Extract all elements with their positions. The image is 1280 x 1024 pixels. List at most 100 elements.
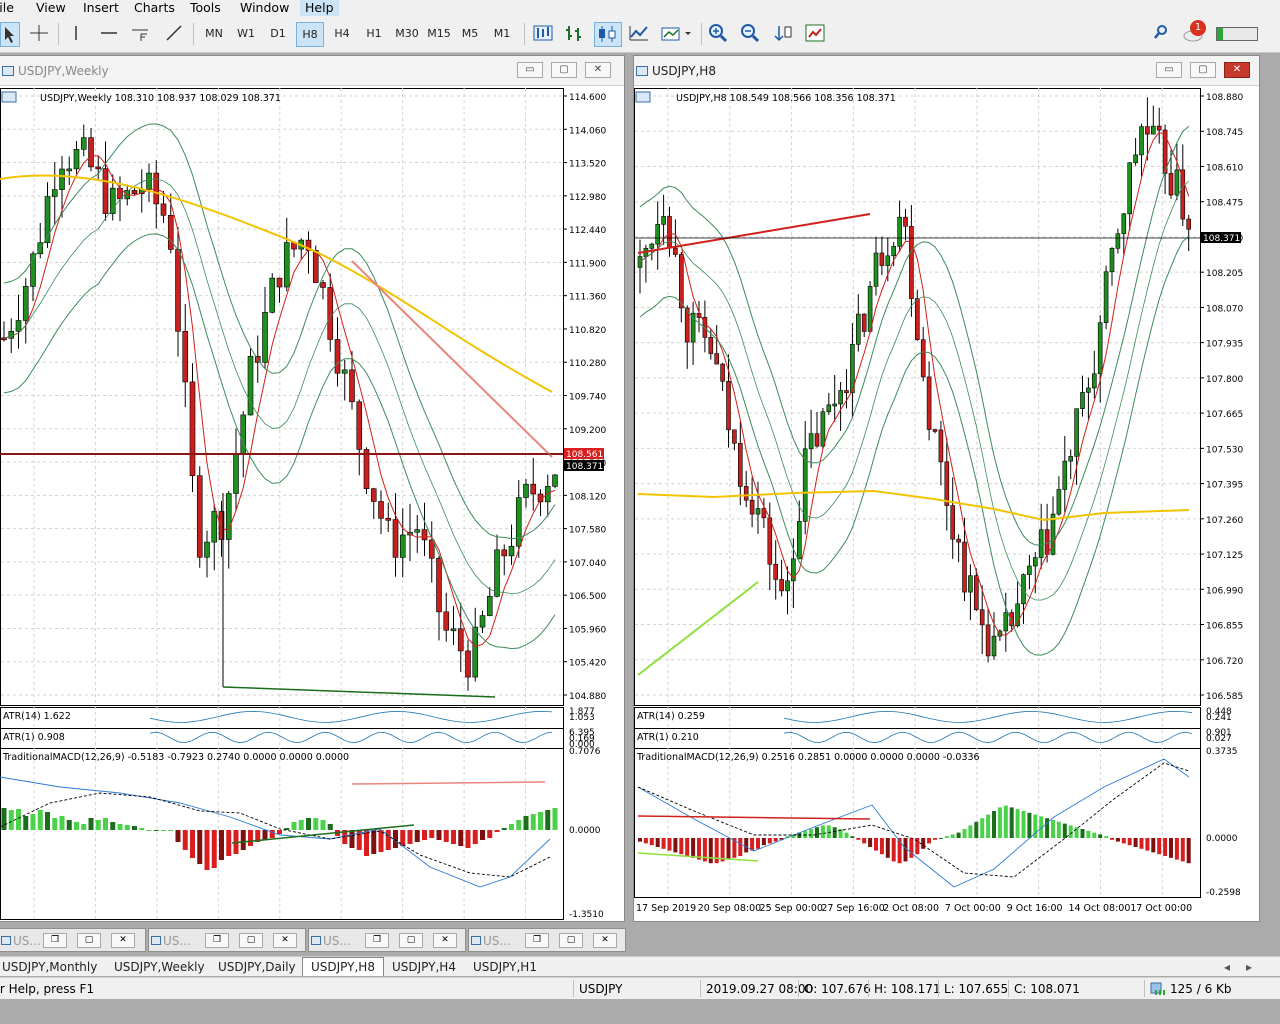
maximize-button[interactable]: ▢	[1190, 62, 1216, 78]
macd-histogram-bar	[66, 820, 72, 830]
period-h8-button[interactable]: H8	[296, 22, 324, 47]
date-tick-label: 25 Sep 00:00	[760, 903, 823, 914]
trendline-button[interactable]	[162, 22, 186, 47]
chart-canvas[interactable]: 108.880108.745108.610108.475108.340108.2…	[634, 87, 1261, 923]
bearish-candle	[708, 337, 714, 354]
minimized-window[interactable]: US... ❐ ▢ ✕	[308, 928, 466, 952]
price-tick-label: 111.360	[569, 293, 606, 303]
close-button[interactable]: ✕	[593, 933, 617, 948]
restore-button[interactable]: ❐	[525, 933, 549, 948]
autoscroll-button[interactable]	[770, 22, 796, 47]
bearish-candle	[879, 252, 885, 266]
menu-tools[interactable]: Tools	[190, 0, 221, 16]
period-mn-button[interactable]: MN	[200, 22, 228, 47]
zoom-out-button[interactable]	[738, 22, 762, 47]
maximize-button[interactable]: ▢	[399, 933, 423, 948]
minimize-button[interactable]: ▭	[1156, 62, 1182, 78]
h8-chart-svg[interactable]: 108.880108.745108.610108.475108.340108.2…	[634, 87, 1261, 923]
minimized-window[interactable]: US... ❐ ▢ ✕	[148, 928, 306, 952]
bearish-candle	[861, 313, 867, 332]
menu-view[interactable]: View	[36, 0, 66, 16]
period-h4-button[interactable]: H4	[328, 22, 356, 47]
indicator-panel	[634, 748, 1201, 898]
period-m15-button[interactable]: M15	[424, 22, 454, 47]
period-m30-button[interactable]: M30	[392, 22, 422, 47]
bullish-candle	[262, 312, 268, 363]
macd-histogram-bar	[472, 830, 478, 844]
bar-chart-button[interactable]	[530, 22, 556, 47]
macd-histogram-bar	[110, 822, 116, 830]
chart-templates-button[interactable]	[658, 22, 694, 47]
tab-usdjpy-daily[interactable]: USDJPY,Daily	[218, 959, 296, 975]
maximize-button[interactable]: ▢	[239, 933, 263, 948]
candlestick-button[interactable]	[594, 22, 622, 47]
close-button[interactable]: ✕	[1224, 62, 1250, 78]
bullish-candle	[968, 575, 973, 593]
menu-help[interactable]: Help	[300, 0, 339, 16]
zoom-in-icon	[709, 24, 728, 43]
search-button[interactable]	[1150, 22, 1172, 47]
menu-window[interactable]: Window	[240, 0, 289, 16]
close-button[interactable]: ✕	[273, 933, 297, 948]
vertical-line-button[interactable]	[64, 22, 88, 47]
restore-button[interactable]: ❐	[205, 933, 229, 948]
line-chart-button[interactable]	[626, 22, 652, 47]
menu-file[interactable]: File	[0, 0, 14, 16]
close-button[interactable]: ✕	[111, 933, 135, 948]
tabs-scroll-left-icon[interactable]: ◂	[1224, 959, 1230, 975]
tab-usdjpy-monthly[interactable]: USDJPY,Monthly	[2, 959, 97, 975]
maximize-button[interactable]: ▢	[559, 933, 583, 948]
tab-usdjpy-h1[interactable]: USDJPY,H1	[473, 959, 537, 975]
ohlc-button[interactable]	[562, 22, 588, 47]
macd-histogram-bar	[744, 838, 749, 853]
menu-charts[interactable]: Charts	[134, 0, 175, 16]
period-w1-button[interactable]: W1	[232, 22, 260, 47]
bullish-candle	[59, 168, 65, 190]
close-button[interactable]: ✕	[585, 62, 611, 78]
macd-histogram-bar	[248, 830, 253, 846]
tab-usdjpy-h8[interactable]: USDJPY,H8	[302, 957, 384, 976]
restore-button[interactable]: ❐	[365, 933, 389, 948]
bullish-candle	[1121, 213, 1127, 235]
maximize-button[interactable]: ▢	[551, 62, 577, 78]
bearish-candle	[720, 363, 725, 382]
minimized-window[interactable]: US... ❐ ▢ ✕	[0, 928, 146, 952]
bullish-candle	[73, 149, 80, 170]
channel-button[interactable]	[128, 22, 154, 47]
macd-histogram-bar	[16, 809, 21, 830]
close-button[interactable]: ✕	[433, 933, 457, 948]
chart-canvas[interactable]: 114.600 114.060 113.520 112.980 112.440 111.9…	[0, 87, 626, 936]
period-h1-button[interactable]: H1	[360, 22, 388, 47]
cursor-tool-button[interactable]	[0, 22, 20, 47]
notifications-button[interactable]: 1	[1180, 20, 1206, 47]
weekly-chart-svg[interactable]: 114.600 114.060 113.520 112.980 112.440 111.9…	[0, 87, 626, 936]
crosshair-button[interactable]	[26, 22, 52, 47]
horizontal-line-button[interactable]	[96, 22, 122, 47]
macd-histogram-bar	[407, 830, 413, 844]
restore-button[interactable]: ❐	[43, 933, 67, 948]
bearish-candle	[903, 216, 908, 227]
period-d1-button[interactable]: D1	[264, 22, 292, 47]
bullish-candle	[1097, 322, 1103, 375]
period-m1-button[interactable]: M1	[488, 22, 516, 47]
minimize-button[interactable]: ▭	[517, 62, 543, 78]
chart-shift-button[interactable]	[802, 22, 828, 47]
search-icon	[1154, 25, 1167, 39]
tab-usdjpy-weekly[interactable]: USDJPY,Weekly	[114, 959, 205, 975]
macd-histogram-bar	[1163, 838, 1168, 856]
minimized-window[interactable]: US... ❐ ▢ ✕	[468, 928, 626, 952]
macd-histogram-bar	[436, 830, 442, 840]
bullish-candle	[826, 404, 832, 413]
menu-insert[interactable]: Insert	[83, 0, 119, 16]
zoom-in-button[interactable]	[706, 22, 730, 47]
period-m5-button[interactable]: M5	[456, 22, 484, 47]
macd-histogram-bar	[980, 818, 985, 838]
price-tick-label: 107.580	[569, 526, 606, 536]
macd-histogram-bar	[1169, 838, 1173, 858]
macd-histogram-bar	[874, 838, 878, 851]
macd-histogram-bar	[530, 814, 536, 830]
tab-usdjpy-h4[interactable]: USDJPY,H4	[392, 959, 456, 975]
tabs-scroll-right-icon[interactable]: ▸	[1246, 959, 1252, 975]
maximize-button[interactable]: ▢	[77, 933, 101, 948]
bearish-candle	[678, 254, 684, 309]
